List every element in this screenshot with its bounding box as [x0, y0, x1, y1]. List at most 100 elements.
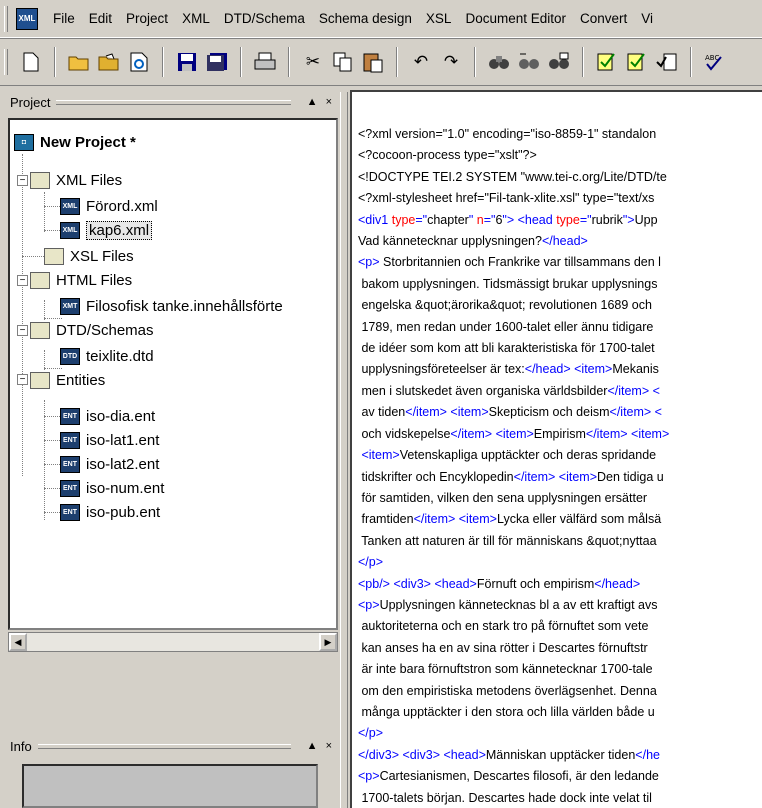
- panel-close-icon[interactable]: ×: [326, 96, 332, 108]
- code-line: är inte bara förnuftstron som känneteckn…: [358, 659, 669, 680]
- tree-line: [44, 300, 45, 320]
- replace-icon[interactable]: [546, 49, 572, 75]
- check-wellformed-icon[interactable]: [594, 49, 620, 75]
- code-tag: </item> <item>: [513, 469, 598, 484]
- code-tag: </p>: [358, 726, 384, 741]
- toolbar-separator: [690, 47, 692, 77]
- editor-content[interactable]: <?xml version="1.0" encoding="iso-8859-1…: [358, 124, 669, 808]
- tree-item-entities[interactable]: Entities: [30, 368, 105, 392]
- menu-schema-design[interactable]: Schema design: [312, 11, 419, 26]
- code-line: för samtiden, vilken den sena upplysning…: [358, 488, 669, 509]
- validate-icon[interactable]: [624, 49, 650, 75]
- menu-document-editor[interactable]: Document Editor: [458, 11, 573, 26]
- toolbar-separator: [396, 47, 398, 77]
- code-tag: ">: [622, 212, 635, 227]
- menubar-grip[interactable]: [4, 5, 8, 32]
- tree-item-file[interactable]: XMT Filosofisk tanke.innehållsförte: [60, 294, 283, 318]
- toolbar-separator: [54, 47, 56, 77]
- tree-item-label: New Project *: [40, 133, 136, 151]
- code-tag: "> <head: [502, 212, 557, 227]
- panel-collapse-icon[interactable]: ▲: [307, 96, 318, 108]
- expander-html-files[interactable]: −: [17, 275, 28, 286]
- print-icon[interactable]: [252, 49, 278, 75]
- panel-splitter[interactable]: [340, 92, 348, 808]
- save-icon[interactable]: [174, 49, 200, 75]
- tree-item-label: iso-dia.ent: [86, 407, 156, 425]
- tree-item-label: iso-lat2.ent: [86, 455, 160, 473]
- tree-item-label: iso-pub.ent: [86, 503, 161, 521]
- tree-item-file[interactable]: ENT iso-pub.ent: [60, 500, 160, 524]
- xml-file-icon: XML: [60, 221, 80, 239]
- menu-project[interactable]: Project: [119, 11, 175, 26]
- menu-edit[interactable]: Edit: [82, 11, 119, 26]
- code-text: Vetenskapliga upptäckter och deras sprid…: [399, 448, 657, 463]
- tree-item-xsl-files[interactable]: XSL Files: [44, 244, 134, 268]
- tree-item-file[interactable]: XML Förord.xml: [60, 194, 158, 218]
- code-text: engelska &quot;ärorika&quot; revolutione…: [358, 298, 652, 313]
- menu-xsl[interactable]: XSL: [419, 11, 459, 26]
- code-tag: </item> <item>: [585, 426, 670, 441]
- expander-xml-files[interactable]: −: [17, 175, 28, 186]
- menu-file[interactable]: File: [46, 11, 82, 26]
- panel-close-icon[interactable]: ×: [326, 740, 332, 752]
- redo-icon[interactable]: ↷: [438, 49, 464, 75]
- code-line: och vidskepelse</item> <item>Empirism</i…: [358, 424, 669, 445]
- tree-item-file[interactable]: DTD teixlite.dtd: [60, 344, 154, 368]
- find-next-icon[interactable]: [516, 49, 542, 75]
- code-text: av tiden: [358, 405, 406, 420]
- menu-convert[interactable]: Convert: [573, 11, 634, 26]
- cut-icon[interactable]: ✂: [300, 49, 326, 75]
- code-tag: <p>: [358, 769, 380, 784]
- expander-entities[interactable]: −: [17, 374, 28, 385]
- menu-xml[interactable]: XML: [175, 11, 217, 26]
- panel-collapse-icon[interactable]: ▲: [307, 740, 318, 752]
- project-panel-title-bar[interactable]: Project ▲ ×: [4, 92, 338, 112]
- code-text: Vad kännetecknar upplysningen?: [358, 234, 542, 249]
- toolbar-grip[interactable]: [4, 49, 8, 75]
- text-editor[interactable]: <?xml version="1.0" encoding="iso-8859-1…: [350, 90, 762, 808]
- save-all-icon[interactable]: [204, 49, 230, 75]
- scroll-left-icon[interactable]: ◀: [9, 633, 27, 651]
- tree-line: [44, 400, 45, 520]
- validate-all-icon[interactable]: [654, 49, 680, 75]
- code-tag: ": [468, 212, 477, 227]
- tree-line: [22, 154, 23, 476]
- code-line: <?xml-stylesheet href="Fil-tank-xlite.xs…: [358, 188, 669, 209]
- code-tag: </item> <item>: [405, 405, 489, 420]
- reload-icon[interactable]: [126, 49, 152, 75]
- paste-icon[interactable]: [360, 49, 386, 75]
- new-file-icon[interactable]: [18, 49, 44, 75]
- app-icon[interactable]: XML: [16, 7, 38, 30]
- tree-item-html-files[interactable]: HTML Files: [30, 268, 132, 292]
- scroll-right-icon[interactable]: ▶: [319, 633, 337, 651]
- tree-item-file[interactable]: ENT iso-lat2.ent: [60, 452, 159, 476]
- tree-item-file[interactable]: ENT iso-lat1.ent: [60, 428, 159, 452]
- find-icon[interactable]: [486, 49, 512, 75]
- code-text: Skepticism och deism: [488, 405, 610, 420]
- code-line: om den empiristiska metodens överlägsenh…: [358, 681, 669, 702]
- tree-item-file[interactable]: ENT iso-num.ent: [60, 476, 164, 500]
- code-attribute: n: [476, 212, 484, 227]
- spellcheck-icon[interactable]: ABC: [702, 49, 728, 75]
- tree-item-dtd-schemas[interactable]: DTD/Schemas: [30, 318, 154, 342]
- copy-icon[interactable]: [330, 49, 356, 75]
- code-tag: <p>: [358, 255, 384, 270]
- menu-dtd-schema[interactable]: DTD/Schema: [217, 11, 312, 26]
- tree-item-project-root[interactable]: ◘ New Project *: [14, 130, 136, 154]
- tree-item-xml-files[interactable]: XML Files: [30, 168, 122, 192]
- code-tag: <p>: [358, 597, 380, 612]
- info-panel-title-bar[interactable]: Info ▲ ×: [4, 736, 338, 756]
- menu-vi[interactable]: Vi: [634, 11, 660, 26]
- tree-item-label: Förord.xml: [86, 197, 158, 215]
- open-icon[interactable]: [66, 49, 92, 75]
- horizontal-scrollbar[interactable]: ◀ ▶: [8, 632, 338, 652]
- open-url-icon[interactable]: [96, 49, 122, 75]
- expander-dtd-schemas[interactable]: −: [17, 325, 28, 336]
- undo-icon[interactable]: ↶: [408, 49, 434, 75]
- tree-item-file-selected[interactable]: XML kap6.xml: [60, 218, 153, 242]
- project-tree[interactable]: − − − − ◘ New Project * XML Files XML Fö…: [8, 118, 338, 630]
- tree-item-file[interactable]: ENT iso-dia.ent: [60, 404, 155, 428]
- code-line: kan anses ha en av sina rötter i Descart…: [358, 638, 669, 659]
- code-tag: </item> <: [609, 405, 662, 420]
- info-content: [22, 764, 318, 808]
